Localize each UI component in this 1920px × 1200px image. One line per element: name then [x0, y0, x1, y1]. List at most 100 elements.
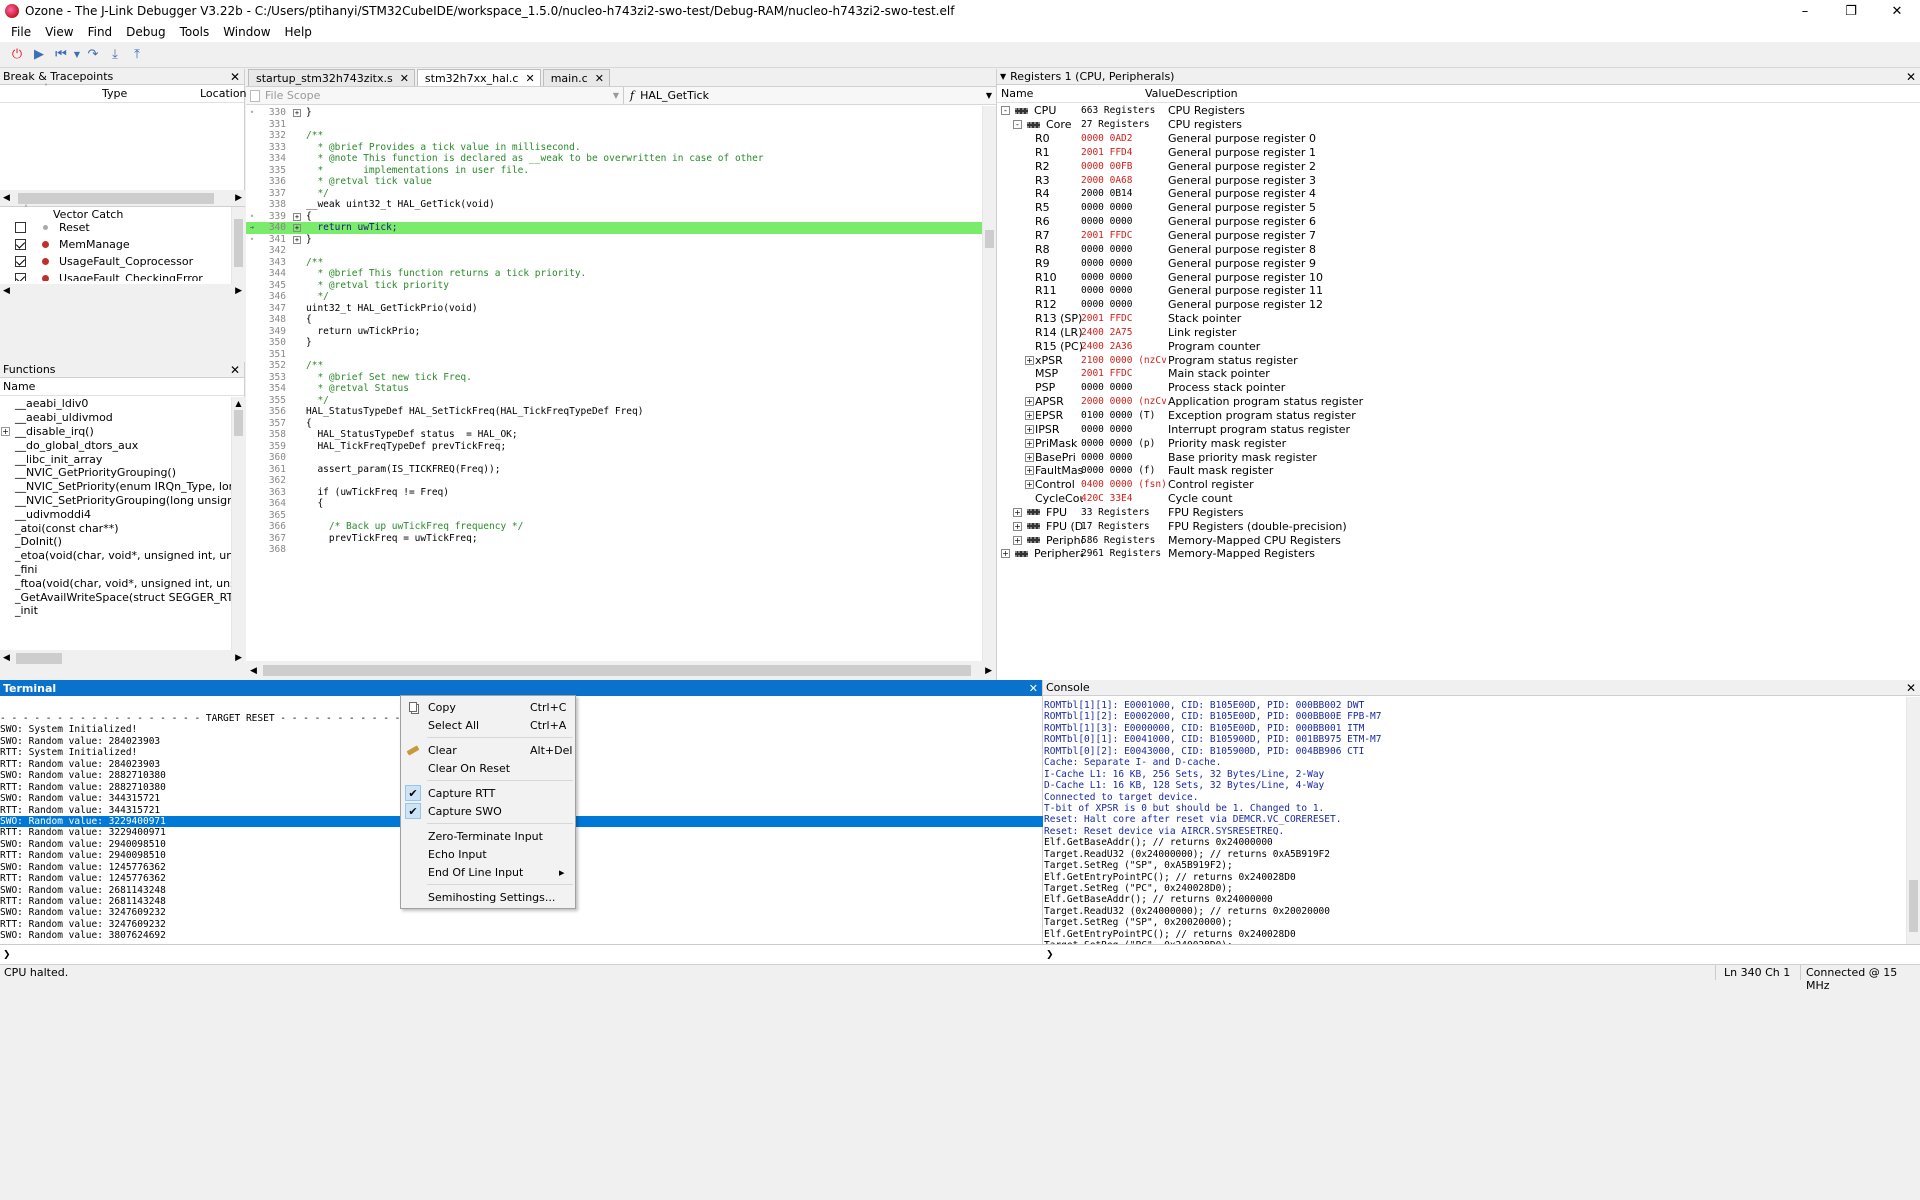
register-row[interactable]: R3 2000 0A68 General purpose register 3	[997, 173, 1920, 187]
register-row[interactable]: R7 2001 FFDC General purpose register 7	[997, 229, 1920, 243]
register-row[interactable]: + Peripherals2961 Registers Memory-Mapped …	[997, 547, 1920, 561]
expand-icon[interactable]: +	[1025, 438, 1034, 448]
vector-catch-item[interactable]: MemManage	[0, 236, 230, 253]
expand-icon[interactable]: +	[290, 234, 304, 246]
register-row[interactable]: + APSR 2000 0000 (nzCv Application program …	[997, 395, 1920, 409]
register-row[interactable]: + Control 0400 0000 (fsn) Control register	[997, 478, 1920, 492]
scroll-thumb[interactable]	[1909, 880, 1918, 932]
register-row[interactable]: CycleCount420C 33E4 Cycle count	[997, 492, 1920, 506]
expand-icon[interactable]: +	[290, 107, 304, 119]
expand-icon[interactable]: +	[290, 222, 304, 234]
expand-icon[interactable]: +	[1025, 424, 1034, 434]
expand-icon[interactable]: +	[290, 211, 304, 223]
scroll-thumb[interactable]	[262, 665, 971, 676]
menu-item-capture-rtt[interactable]: ✔ Capture RTT	[401, 784, 575, 802]
function-item[interactable]: __do_global_dtors_aux	[0, 438, 231, 452]
close-icon[interactable]: ✕	[1906, 70, 1916, 84]
vector-catch-item[interactable]: Reset	[0, 219, 230, 236]
code-view[interactable]: • 330 +} 331 332/** 333 * @brief Provides a t…	[246, 106, 982, 661]
editor-hscroll[interactable]: ◀ ▶	[246, 661, 996, 680]
register-row[interactable]: + EPSR 0100 0000 (T) Exception program stat…	[997, 409, 1920, 423]
register-row[interactable]: + Periphera586 Registers Memory-Mapped CPU…	[997, 533, 1920, 547]
register-row[interactable]: R15 (PC) 2400 2A36 Program counter	[997, 339, 1920, 353]
register-row[interactable]: + xPSR 2100 0000 (nzCv Program status regis…	[997, 353, 1920, 367]
vector-catch-item[interactable]: UsageFault_CheckingError	[0, 270, 230, 281]
menu-item-clear[interactable]: Clear Alt+Del	[401, 741, 575, 759]
register-row[interactable]: R2 0000 00FB General purpose register 2	[997, 159, 1920, 173]
col-name[interactable]: Name	[1001, 87, 1033, 100]
checkbox[interactable]	[15, 239, 26, 250]
expand-icon[interactable]: +	[1025, 355, 1034, 365]
register-row[interactable]: R1 2001 FFD4 General purpose register 1	[997, 146, 1920, 160]
console-vscroll[interactable]	[1906, 697, 1920, 945]
close-tab-icon[interactable]: ✕	[595, 72, 604, 85]
reset-icon[interactable]: ⏮	[50, 44, 72, 66]
scroll-right-icon[interactable]: ▶	[985, 666, 992, 676]
close-icon[interactable]: ✕	[230, 363, 240, 377]
vector-catch-vscroll[interactable]	[231, 207, 245, 284]
register-row[interactable]: R12 0000 0000 General purpose register 12	[997, 298, 1920, 312]
register-row[interactable]: R5 0000 0000 General purpose register 5	[997, 201, 1920, 215]
scroll-left-icon[interactable]: ◀	[250, 666, 257, 676]
function-combo[interactable]: f HAL_GetTick ▼	[624, 87, 996, 104]
close-icon[interactable]: ✕	[230, 70, 240, 84]
menu-view[interactable]: View	[38, 25, 80, 39]
register-row[interactable]: R6 0000 0000 General purpose register 6	[997, 215, 1920, 229]
col-description[interactable]: Description	[1175, 87, 1238, 100]
close-icon[interactable]: ✕	[1029, 682, 1038, 695]
menu-find[interactable]: Find	[81, 25, 120, 39]
register-row[interactable]: MSP 2001 FFDC Main stack pointer	[997, 367, 1920, 381]
menu-file[interactable]: File	[4, 25, 38, 39]
close-tab-icon[interactable]: ✕	[525, 72, 534, 85]
step-into-icon[interactable]: ⤓	[104, 44, 126, 66]
editor-vscroll[interactable]	[982, 106, 996, 661]
register-row[interactable]: - CPU 663 Registers CPU Registers	[997, 104, 1920, 118]
menu-tools[interactable]: Tools	[173, 25, 217, 39]
function-item[interactable]: _ftoa(void(char, void*, unsigned int, un…	[0, 576, 231, 590]
scroll-left-icon[interactable]: ◀	[3, 653, 10, 663]
menu-item-semihosting-settings[interactable]: Semihosting Settings...	[401, 888, 575, 906]
scroll-right-icon[interactable]: ▶	[235, 653, 242, 663]
col-name[interactable]: Name	[3, 380, 35, 393]
scroll-thumb[interactable]	[234, 219, 243, 267]
register-row[interactable]: R14 (LR) 2400 2A75 Link register	[997, 326, 1920, 340]
scroll-right-icon[interactable]: ▶	[235, 286, 242, 296]
chevron-down-icon[interactable]: ▼	[1000, 72, 1006, 81]
menu-item-end-of-line-input[interactable]: End Of Line Input ▸	[401, 863, 575, 881]
menu-item-zero-terminate-input[interactable]: Zero-Terminate Input	[401, 827, 575, 845]
scroll-left-icon[interactable]: ◀	[3, 286, 10, 296]
breakpoints-hscroll[interactable]: ◀ ▶	[0, 190, 245, 206]
step-out-icon[interactable]: ⤒	[126, 44, 148, 66]
register-row[interactable]: R9 0000 0000 General purpose register 9	[997, 256, 1920, 270]
menu-item-clear-on-reset[interactable]: Clear On Reset	[401, 759, 575, 777]
expand-icon[interactable]: +	[1025, 466, 1034, 476]
function-item[interactable]: _atoi(const char**)	[0, 521, 231, 535]
checkbox[interactable]	[15, 222, 26, 233]
function-item[interactable]: __NVIC_SetPriorityGrouping(long unsigned…	[0, 494, 231, 508]
terminal-input[interactable]: ❯	[0, 944, 1043, 964]
expand-icon[interactable]: +	[1001, 549, 1010, 559]
scroll-right-icon[interactable]: ▶	[235, 193, 242, 203]
function-item[interactable]: __aeabi_uldivmod	[0, 411, 231, 425]
col-value[interactable]: Value	[1145, 87, 1175, 100]
register-row[interactable]: + PriMask 0000 0000 (p) Priority mask regis…	[997, 436, 1920, 450]
expand-icon[interactable]: +	[1, 426, 10, 436]
tab-stm32h7xx-hal-c[interactable]: stm32h7xx_hal.c ✕	[416, 69, 541, 86]
register-row[interactable]: R0 0000 0AD2 General purpose register 0	[997, 132, 1920, 146]
collapse-icon[interactable]: -	[1001, 106, 1010, 116]
menu-debug[interactable]: Debug	[119, 25, 172, 39]
register-row[interactable]: R8 0000 0000 General purpose register 8	[997, 242, 1920, 256]
register-row[interactable]: + IPSR 0000 0000 Interrupt program status r…	[997, 422, 1920, 436]
restore-icon[interactable]: ❐	[1828, 0, 1874, 22]
function-item[interactable]: _init	[0, 604, 231, 618]
close-icon[interactable]: ✕	[1906, 681, 1916, 695]
scroll-thumb[interactable]	[234, 410, 243, 436]
checkbox[interactable]	[15, 256, 26, 267]
col-location[interactable]: Location	[200, 87, 247, 100]
register-row[interactable]: R10 0000 0000 General purpose register 10	[997, 270, 1920, 284]
step-over-icon[interactable]: ↷	[82, 44, 104, 66]
tab-main-c[interactable]: main.c ✕	[542, 69, 610, 86]
menu-item-select-all[interactable]: Select All Ctrl+A	[401, 716, 575, 734]
register-row[interactable]: R11 0000 0000 General purpose register 11	[997, 284, 1920, 298]
console-input[interactable]: ❯	[1043, 944, 1920, 964]
